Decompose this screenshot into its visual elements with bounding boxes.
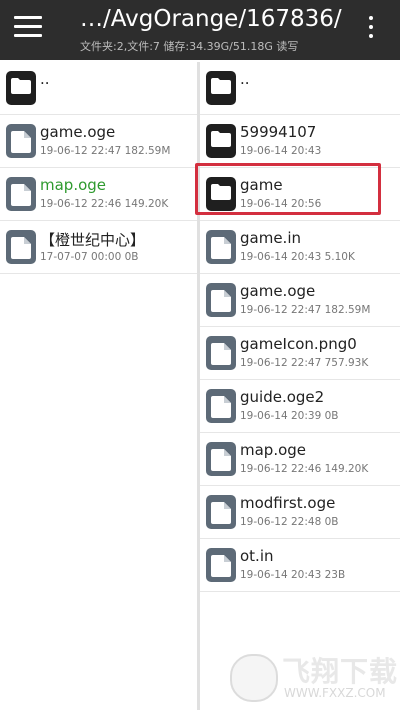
file-name: game.in	[240, 229, 301, 247]
file-meta: 19-06-14 20:39 0B	[240, 410, 339, 422]
top-app-bar: …/AvgOrange/167836/ 文件夹:2,文件:7 储存:34.39G…	[0, 0, 400, 60]
list-item[interactable]: map.oge 19-06-12 22:46 149.20K	[0, 168, 197, 221]
folder-icon	[206, 71, 236, 105]
file-meta: 19-06-12 22:47 757.93K	[240, 357, 369, 369]
file-name: ..	[40, 70, 50, 88]
file-meta: 19-06-12 22:46 149.20K	[40, 198, 169, 210]
right-file-pane[interactable]: .. 59994107 19-06-14 20:43 game 19-06-14…	[200, 62, 400, 710]
watermark-url: WWW.FXXZ.COM	[284, 686, 386, 700]
folder-icon	[206, 124, 236, 158]
file-name: ot.in	[240, 547, 274, 565]
file-icon	[6, 124, 36, 158]
file-icon	[206, 230, 236, 264]
list-item[interactable]: 59994107 19-06-14 20:43	[200, 115, 400, 168]
watermark-logo-icon	[230, 654, 278, 702]
file-icon	[206, 283, 236, 317]
file-meta: 19-06-14 20:43	[240, 145, 322, 157]
file-meta: 19-06-12 22:47 182.59M	[240, 304, 371, 316]
file-meta: 19-06-14 20:43 5.10K	[240, 251, 355, 263]
file-icon	[6, 230, 36, 264]
file-name: game.oge	[240, 282, 316, 300]
watermark: 飞翔下载 WWW.FXXZ.COM	[226, 646, 399, 710]
list-item[interactable]: game.in 19-06-14 20:43 5.10K	[200, 221, 400, 274]
file-name: game	[240, 176, 283, 194]
file-icon	[206, 389, 236, 423]
list-item[interactable]: modfirst.oge 19-06-12 22:48 0B	[200, 486, 400, 539]
left-file-pane[interactable]: .. game.oge 19-06-12 22:47 182.59M map.o…	[0, 62, 197, 710]
list-item[interactable]: 【橙世纪中心】 17-07-07 00:00 0B	[0, 221, 197, 274]
list-item[interactable]: map.oge 19-06-12 22:46 149.20K	[200, 433, 400, 486]
list-item[interactable]: ot.in 19-06-14 20:43 23B	[200, 539, 400, 592]
file-name: map.oge	[240, 441, 307, 459]
file-name: guide.oge2	[240, 388, 325, 406]
file-name: 59994107	[240, 123, 317, 141]
file-icon	[206, 442, 236, 476]
file-icon	[206, 548, 236, 582]
file-icon	[6, 177, 36, 211]
list-item[interactable]: game.oge 19-06-12 22:47 182.59M	[0, 115, 197, 168]
file-meta: 17-07-07 00:00 0B	[40, 251, 139, 263]
file-meta: 19-06-12 22:48 0B	[240, 516, 339, 528]
file-name: gameIcon.png0	[240, 335, 357, 353]
file-name: map.oge	[40, 176, 107, 194]
file-name: 【橙世纪中心】	[40, 231, 146, 249]
file-meta: 19-06-12 22:46 149.20K	[240, 463, 369, 475]
list-item[interactable]: gameIcon.png0 19-06-12 22:47 757.93K	[200, 327, 400, 380]
file-name: modfirst.oge	[240, 494, 336, 512]
file-meta: 19-06-14 20:43 23B	[240, 569, 346, 581]
more-options-icon[interactable]	[366, 16, 376, 42]
file-meta: 19-06-12 22:47 182.59M	[40, 145, 171, 157]
current-path[interactable]: …/AvgOrange/167836/	[80, 6, 342, 32]
folder-icon	[206, 177, 236, 211]
hamburger-menu-icon[interactable]	[14, 16, 42, 40]
list-item[interactable]: guide.oge2 19-06-14 20:39 0B	[200, 380, 400, 433]
file-meta: 19-06-14 20:56	[240, 198, 322, 210]
file-icon	[206, 495, 236, 529]
folder-icon	[6, 71, 36, 105]
file-icon	[206, 336, 236, 370]
file-name: game.oge	[40, 123, 116, 141]
file-name: ..	[240, 70, 250, 88]
list-item[interactable]: ..	[0, 62, 197, 115]
watermark-brand: 飞翔下载	[282, 655, 399, 688]
list-item[interactable]: game.oge 19-06-12 22:47 182.59M	[200, 274, 400, 327]
list-item[interactable]: ..	[200, 62, 400, 115]
list-item[interactable]: game 19-06-14 20:56	[200, 168, 400, 221]
storage-info: 文件夹:2,文件:7 储存:34.39G/51.18G 读写	[80, 40, 299, 53]
